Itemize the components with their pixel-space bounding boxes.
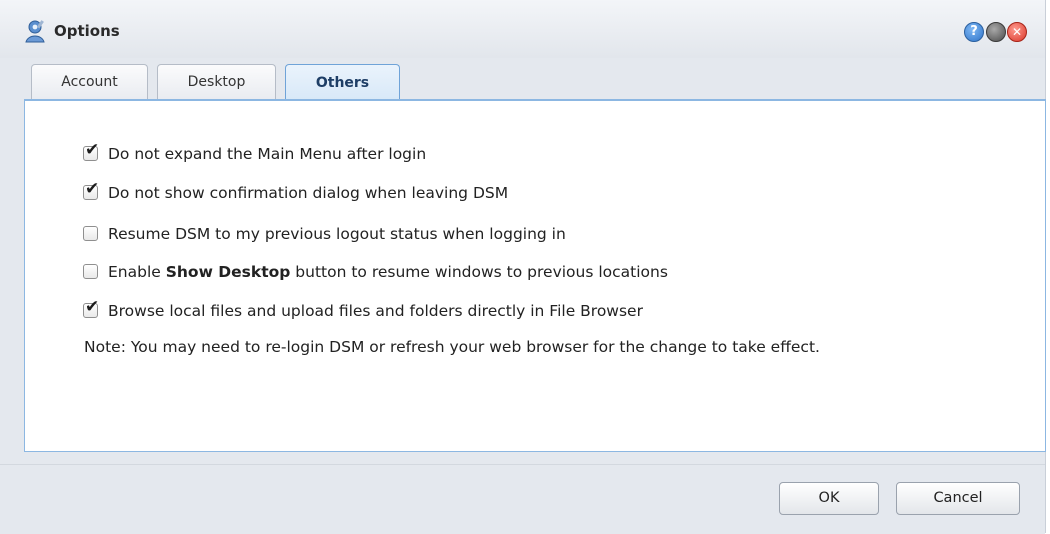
checkmark-icon: ✔ xyxy=(85,140,100,160)
checkbox[interactable] xyxy=(83,264,98,279)
tab-account[interactable]: Account xyxy=(31,64,148,99)
ok-button[interactable]: OK xyxy=(779,482,879,515)
checkbox[interactable]: ✔ xyxy=(83,299,99,318)
options-icon xyxy=(25,20,45,43)
checkbox[interactable]: ✔ xyxy=(83,142,99,161)
checkbox[interactable] xyxy=(83,226,98,241)
close-icon[interactable]: ✕ xyxy=(1007,22,1027,42)
option-label: Do not expand the Main Menu after login xyxy=(108,145,427,163)
option-label-bold: Show Desktop xyxy=(165,263,291,281)
footer-bar: OK Cancel xyxy=(0,464,1045,534)
checkbox[interactable]: ✔ xyxy=(83,181,99,200)
option-label: Do not show confirmation dialog when lea… xyxy=(108,184,509,202)
title-bar[interactable]: Options ? ✕ xyxy=(0,0,1045,59)
option-label: Browse local files and upload files and … xyxy=(108,302,643,320)
tab-others[interactable]: Others xyxy=(285,64,400,102)
option-label-suffix: button to resume windows to previous loc… xyxy=(290,263,668,281)
option-label: Resume DSM to my previous logout status … xyxy=(108,225,566,243)
tab-desktop[interactable]: Desktop xyxy=(157,64,276,99)
help-icon[interactable]: ? xyxy=(964,22,984,42)
option-label: Enable Show Desktop button to resume win… xyxy=(108,261,668,283)
options-window: Options ? ✕ Account Desktop Others ✔ Do … xyxy=(0,0,1046,534)
option-label-prefix: Enable xyxy=(108,263,166,281)
options-panel: ✔ Do not expand the Main Menu after logi… xyxy=(24,101,1046,452)
tab-strip: Account Desktop Others xyxy=(0,58,1045,102)
note-text: Note: You may need to re-login DSM or re… xyxy=(84,338,820,356)
checkmark-icon: ✔ xyxy=(85,297,100,317)
window-title: Options xyxy=(54,22,120,40)
cancel-button[interactable]: Cancel xyxy=(896,482,1020,515)
minimize-icon[interactable] xyxy=(986,22,1006,42)
checkmark-icon: ✔ xyxy=(85,179,100,199)
